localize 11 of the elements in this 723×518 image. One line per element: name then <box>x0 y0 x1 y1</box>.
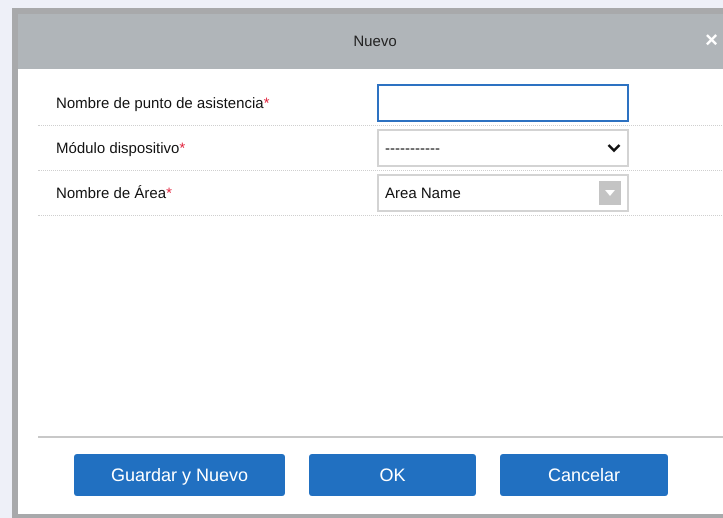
text-field[interactable] <box>377 84 629 122</box>
dialog-button[interactable]: Guardar y Nuevo <box>74 454 285 496</box>
field-label: Nombre de punto de asistencia* <box>56 94 270 112</box>
dropdown[interactable]: ----------- <box>377 129 629 167</box>
dialog-button[interactable]: Cancelar <box>500 454 668 496</box>
dialog-title: Nuevo <box>353 33 397 50</box>
field-label: Nombre de Área* <box>56 184 173 202</box>
combo-box[interactable]: Area Name <box>377 174 629 212</box>
dialog-button[interactable]: OK <box>309 454 476 496</box>
chevron-down-icon <box>607 143 621 153</box>
field-label: Módulo dispositivo* <box>56 140 186 156</box>
